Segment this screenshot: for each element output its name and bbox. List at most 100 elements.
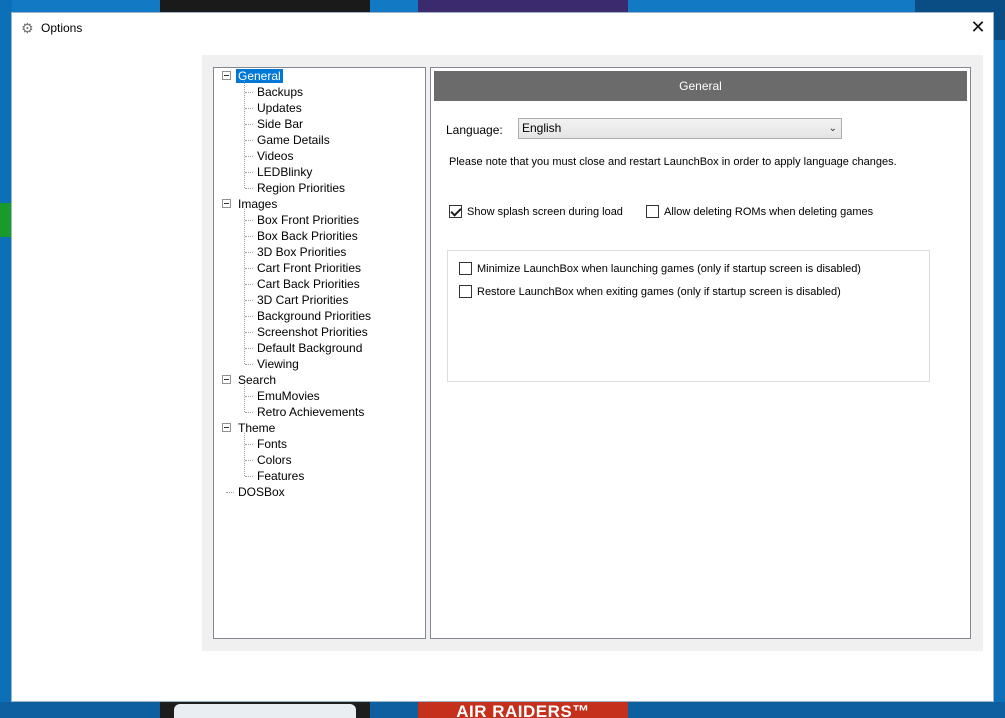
tree-item-side-bar[interactable]: Side Bar [255,116,305,132]
tree-item-emumovies[interactable]: EmuMovies [255,388,322,404]
tree-connector [245,92,253,93]
tree-connector [245,236,253,237]
close-icon: ✕ [970,17,986,37]
options-tree[interactable]: General Backups Updates Side Bar Game Detail… [213,67,426,639]
tree-item-label: DOSBox [238,485,285,499]
tree-item-3d-cart-priorities[interactable]: 3D Cart Priorities [255,292,350,308]
tree-connector [245,188,253,189]
allow-delete-roms-checkbox[interactable]: Allow deleting ROMs when deleting games [646,205,873,219]
tree-item-cart-back-priorities[interactable]: Cart Back Priorities [255,276,362,292]
settings-panel: General Language: English ⌄ Please note … [430,67,971,639]
tree-connector [245,348,253,349]
tree-item-label: Theme [238,421,276,435]
tree-item-box-front-priorities[interactable]: Box Front Priorities [255,212,361,228]
checkbox-box[interactable] [459,262,472,275]
tree-guide-line [244,209,245,364]
checkbox-box[interactable] [449,205,462,218]
background-game-tile [160,0,370,12]
collapse-toggle-icon[interactable] [222,423,231,432]
minimize-launchbox-checkbox[interactable]: Minimize LaunchBox when launching games … [459,262,861,276]
tree-item-theme[interactable]: Theme [236,420,277,436]
tree-item-label: Viewing [257,357,299,371]
language-selected-value: English [522,121,562,135]
tree-connector [245,460,253,461]
checkbox-box[interactable] [646,205,659,218]
tree-item-screenshot-priorities[interactable]: Screenshot Priorities [255,324,370,340]
language-note: Please note that you must close and rest… [449,156,897,168]
tree-item-cart-front-priorities[interactable]: Cart Front Priorities [255,260,363,276]
tree-connector [245,332,253,333]
language-dropdown[interactable]: English ⌄ [518,118,842,139]
tree-item-colors[interactable]: Colors [255,452,294,468]
tree-item-label: Side Bar [257,117,304,131]
background-game-tile-air-raiders: AIR RAIDERS™ [418,702,628,718]
tree-item-backups[interactable]: Backups [255,84,305,100]
tree-item-videos[interactable]: Videos [255,148,295,164]
close-button[interactable]: ✕ [963,13,993,41]
tree-connector [245,108,253,109]
tree-connector [245,364,253,365]
language-label: Language: [446,123,503,137]
background-game-tile [418,0,628,12]
collapse-toggle-icon[interactable] [222,375,231,384]
tree-connector [245,156,253,157]
window-title: Options [41,21,83,35]
tree-item-search[interactable]: Search [236,372,278,388]
tree-item-label: Game Details [257,133,330,147]
checkbox-box[interactable] [459,285,472,298]
title-bar: ⚙ Options ✕ [12,13,993,43]
restore-launchbox-checkbox[interactable]: Restore LaunchBox when exiting games (on… [459,285,841,299]
tree-connector [245,444,253,445]
tree-item-label: Background Priorities [257,309,372,323]
tree-item-general[interactable]: General [236,68,283,84]
tree-item-box-back-priorities[interactable]: Box Back Priorities [255,228,360,244]
tree-item-label: Images [238,197,278,211]
tree-item-background-priorities[interactable]: Background Priorities [255,308,373,324]
tree-item-label: LEDBlinky [257,165,313,179]
tree-item-3d-box-priorities[interactable]: 3D Box Priorities [255,244,348,260]
options-window: ⚙ Options ✕ General Backups Updates Side Ba… [11,12,994,702]
gear-icon: ⚙ [21,20,34,36]
splash-screen-checkbox[interactable]: Show splash screen during load [449,205,623,219]
tree-item-region-priorities[interactable]: Region Priorities [255,180,347,196]
tree-item-label: 3D Cart Priorities [257,293,349,307]
tree-item-dosbox[interactable]: DOSBox [236,484,287,500]
collapse-toggle-icon[interactable] [222,199,231,208]
tree-connector [245,284,253,285]
checkbox-label: Minimize LaunchBox when launching games … [477,263,861,275]
tree-item-viewing[interactable]: Viewing [255,356,301,372]
launch-behavior-group: Minimize LaunchBox when launching games … [447,250,930,382]
tree-item-label: Fonts [257,437,288,451]
tree-item-label: Backups [257,85,304,99]
tree-item-updates[interactable]: Updates [255,100,304,116]
tree-item-features[interactable]: Features [255,468,306,484]
tree-item-label: Videos [257,149,294,163]
checkbox-label: Restore LaunchBox when exiting games (on… [477,286,841,298]
collapse-toggle-icon[interactable] [222,71,231,80]
tree-item-label: Search [238,373,277,387]
tree-connector [245,172,253,173]
tree-item-label: Box Front Priorities [257,213,360,227]
tree-item-ledblinky[interactable]: LEDBlinky [255,164,314,180]
tree-connector [245,316,253,317]
tree-item-label: Colors [257,453,292,467]
panel-header: General [434,71,967,101]
tree-item-retro-achievements[interactable]: Retro Achievements [255,404,366,420]
tree-item-label: Features [257,469,305,483]
tree-item-images[interactable]: Images [236,196,279,212]
tree-item-game-details[interactable]: Game Details [255,132,332,148]
tree-item-label: Cart Back Priorities [257,277,360,291]
tree-item-label: Default Background [257,341,363,355]
tree-item-fonts[interactable]: Fonts [255,436,289,452]
chevron-down-icon: ⌄ [828,123,837,134]
tree-connector [245,396,253,397]
tree-item-default-background[interactable]: Default Background [255,340,364,356]
background-game-tile [160,702,370,718]
tree-item-label: Box Back Priorities [257,229,358,243]
tree-connector [245,140,253,141]
tree-connector [245,252,253,253]
tree-connector [245,476,253,477]
tree-item-label: Updates [257,101,302,115]
tree-item-label: 3D Box Priorities [257,245,347,259]
checkbox-label: Allow deleting ROMs when deleting games [664,206,874,218]
